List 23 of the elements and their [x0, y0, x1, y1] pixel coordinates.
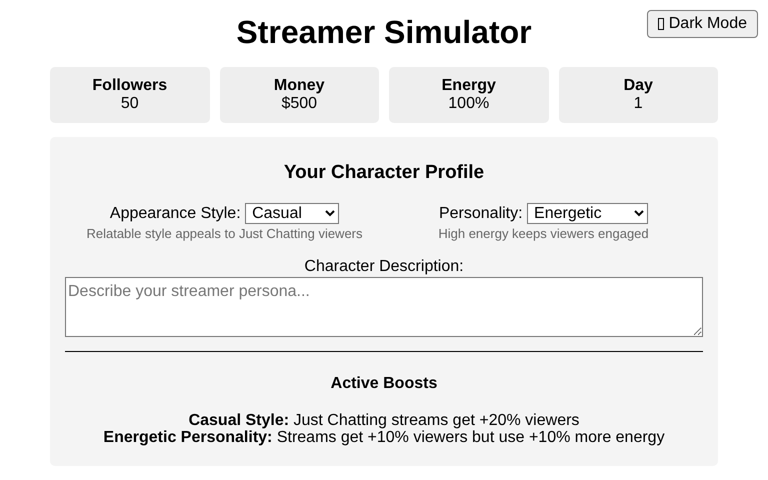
stat-label: Money — [272, 77, 326, 95]
dropdown[interactable]: Casual — [245, 202, 340, 224]
dark-mode-button[interactable]: Dark Mode — [646, 10, 758, 38]
boost-text: Casual Style: Just Chatting streams get +20% viewers — [188, 412, 580, 428]
dropdown[interactable]: Energetic — [527, 202, 648, 224]
hint-text: High energy keeps viewers engaged — [437, 226, 650, 240]
section-heading: Your Character Profile — [282, 161, 486, 185]
boost-text: Energetic Personality: Streams get +10% viewers but use +10% more energy — [102, 428, 666, 446]
field-label: Character Description: — [303, 256, 465, 276]
description-field[interactable]: Describe your streamer persona... — [65, 276, 703, 336]
stat-label: Energy — [440, 77, 497, 95]
field-label: Personality: — [438, 204, 524, 222]
hint-text: Relatable style appeals to Just Chatting viewers — [85, 226, 364, 240]
stat-value: $500 — [280, 95, 318, 113]
missing-glyph-icon — [658, 18, 664, 30]
section-heading: Active Boosts — [330, 374, 438, 394]
stat-label: Day — [622, 77, 654, 95]
field-label: Appearance Style: — [110, 204, 242, 222]
stat-value: 1 — [632, 95, 644, 113]
stat-label: Followers — [91, 77, 168, 95]
stat-value: 100% — [447, 95, 490, 113]
stat-value: 50 — [120, 95, 140, 113]
page-title: Streamer Simulator — [236, 14, 532, 51]
